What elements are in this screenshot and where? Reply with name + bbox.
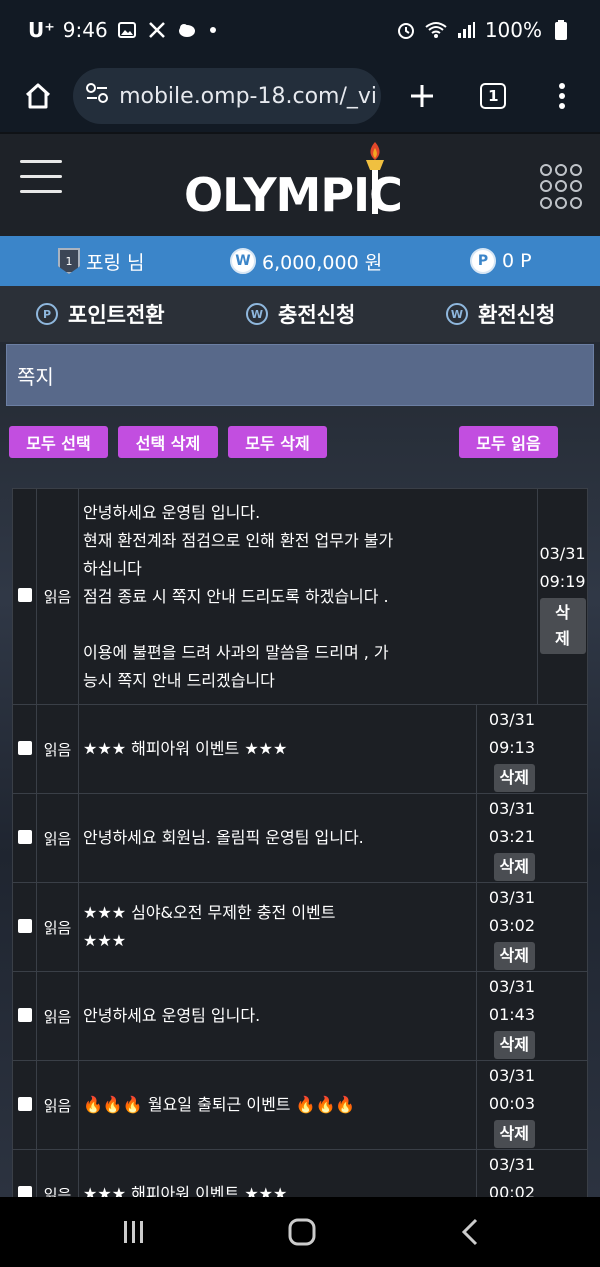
delete-all-button[interactable]: 모두 삭제 — [228, 426, 327, 458]
message-table: 읽음 안녕하세요 운영팀 입니다. 현재 환전계좌 점검으로 인해 환전 업무가… — [12, 488, 589, 1197]
read-status: 읽음 — [36, 971, 79, 1061]
battery-percent: 100% — [484, 18, 542, 42]
read-status: 읽음 — [36, 882, 79, 972]
won-icon: W — [246, 303, 268, 325]
torch-icon — [366, 142, 384, 214]
messages-content: 쪽지 모두 선택 선택 삭제 모두 삭제 모두 읽음 읽음 안녕하세요 운영팀 … — [0, 342, 600, 1197]
message-date: 03/31 03:21 삭제 — [475, 793, 589, 883]
browser-toolbar: mobile.omp-18.com/_vi 1 — [0, 60, 600, 132]
table-row: 읽음 🔥🔥🔥 월요일 출퇴근 이벤트 🔥🔥🔥 03/31 00:03 삭제 — [12, 1060, 589, 1150]
cloud-icon — [176, 19, 198, 41]
delete-button[interactable]: 삭제 — [539, 597, 586, 654]
page-title: 쪽지 — [17, 365, 54, 389]
message-date: 03/31 03:02 삭제 — [475, 882, 589, 972]
new-tab-icon[interactable] — [401, 74, 444, 118]
user-level: 1 포링 님 — [58, 248, 144, 275]
table-row: 읽음 안녕하세요 회원님. 올림픽 운영팀 입니다. 03/31 03:21 삭… — [12, 793, 589, 883]
read-status: 읽음 — [36, 793, 79, 883]
username: 포링 님 — [86, 251, 145, 274]
menu-label: 포인트전환 — [68, 303, 165, 327]
message-subject[interactable]: ★★★ 해피아워 이벤트 ★★★ — [78, 1149, 477, 1197]
message-date: 03/31 09:13 삭제 — [475, 704, 589, 794]
message-date: 03/31 01:43 삭제 — [475, 971, 589, 1061]
gallery-icon — [116, 19, 138, 41]
home-icon[interactable] — [16, 74, 59, 118]
delete-button[interactable]: 삭제 — [493, 853, 535, 881]
row-checkbox[interactable] — [17, 918, 32, 933]
delete-button[interactable]: 삭제 — [493, 1031, 535, 1059]
message-subject[interactable]: 안녕하세요 운영팀 입니다. — [78, 971, 477, 1061]
read-status: 읽음 — [36, 704, 79, 794]
exchange-icon: W — [446, 303, 468, 325]
row-checkbox[interactable] — [17, 829, 32, 844]
delete-button[interactable]: 삭제 — [493, 764, 535, 792]
delete-selected-button[interactable]: 선택 삭제 — [118, 426, 218, 458]
point-amount: 0 P — [502, 250, 532, 272]
menu-point-exchange[interactable]: P 포인트전환 — [36, 299, 165, 329]
home-nav-icon[interactable] — [282, 1215, 322, 1249]
message-date: 03/31 00:03 삭제 — [475, 1060, 589, 1150]
alarm-icon — [395, 19, 417, 41]
cash-balance: W 6,000,000 원 — [230, 248, 382, 275]
carrier-label: U⁺ — [28, 18, 55, 42]
tab-switcher-button[interactable]: 1 — [472, 74, 515, 118]
point-coin-icon: P — [470, 248, 496, 274]
signal-icon — [455, 19, 477, 41]
notification-dot-icon — [209, 27, 216, 33]
row-checkbox[interactable] — [17, 588, 32, 602]
table-row: 읽음 안녕하세요 운영팀 입니다. 현재 환전계좌 점검으로 인해 환전 업무가… — [12, 488, 588, 705]
table-row: 읽음 ★★★ 심야&오전 무제한 충전 이벤트 ★★★ 03/31 03:02 … — [12, 882, 589, 972]
page-title-bar: 쪽지 — [6, 344, 594, 406]
user-info-bar: 1 포링 님 W 6,000,000 원 P 0 P — [0, 236, 600, 286]
cash-amount: 6,000,000 원 — [262, 251, 383, 274]
address-bar[interactable]: mobile.omp-18.com/_vi — [73, 68, 381, 124]
message-subject[interactable]: 안녕하세요 회원님. 올림픽 운영팀 입니다. — [78, 793, 477, 883]
row-checkbox[interactable] — [17, 1096, 32, 1111]
row-checkbox[interactable] — [17, 740, 32, 755]
level-badge-icon: 1 — [58, 248, 80, 274]
recent-apps-icon[interactable] — [114, 1215, 154, 1249]
read-all-button[interactable]: 모두 읽음 — [459, 426, 558, 458]
table-row: 읽음 ★★★ 해피아워 이벤트 ★★★ 03/31 09:13 삭제 — [12, 704, 589, 794]
row-checkbox[interactable] — [17, 1007, 32, 1022]
tab-count: 1 — [480, 83, 507, 109]
hamburger-menu-icon[interactable] — [20, 160, 62, 194]
row-checkbox-cell — [12, 488, 37, 705]
quick-menu: P 포인트전환 W 충전신청 W 환전신청 — [0, 286, 600, 342]
delete-button[interactable]: 삭제 — [493, 1120, 535, 1148]
read-status: 읽음 — [36, 1060, 79, 1150]
won-coin-icon: W — [230, 248, 256, 274]
url-text: mobile.omp-18.com/_vi — [119, 83, 377, 109]
clock: 9:46 — [62, 18, 108, 42]
menu-label: 환전신청 — [478, 303, 556, 327]
select-all-button[interactable]: 모두 선택 — [9, 426, 108, 458]
table-row: 읽음 ★★★ 해피아워 이벤트 ★★★ 03/31 00:02 삭제 — [12, 1149, 589, 1197]
message-date: 03/31 00:02 삭제 — [475, 1149, 589, 1197]
battery-icon — [550, 19, 572, 41]
point-balance: P 0 P — [470, 248, 532, 274]
menu-label: 충전신청 — [278, 303, 356, 327]
site-header: OLYMPIC — [0, 132, 600, 236]
point-icon: P — [36, 303, 58, 325]
site-settings-icon[interactable] — [85, 82, 109, 110]
apps-grid-icon[interactable] — [540, 164, 586, 210]
read-status: 읽음 — [36, 1149, 79, 1197]
menu-deposit-request[interactable]: W 충전신청 — [246, 299, 355, 329]
tools-icon — [146, 19, 168, 41]
message-subject[interactable]: ★★★ 심야&오전 무제한 충전 이벤트 ★★★ — [78, 882, 477, 972]
message-subject[interactable]: ★★★ 해피아워 이벤트 ★★★ — [78, 704, 477, 794]
message-date: 03/31 09:19 삭제 — [537, 488, 588, 705]
back-icon[interactable] — [450, 1215, 490, 1249]
more-options-icon[interactable] — [541, 74, 584, 118]
message-subject[interactable]: 🔥🔥🔥 월요일 출퇴근 이벤트 🔥🔥🔥 — [78, 1060, 477, 1150]
read-status: 읽음 — [36, 488, 79, 705]
row-checkbox[interactable] — [17, 1185, 32, 1197]
wifi-icon — [425, 19, 447, 41]
message-body[interactable]: 안녕하세요 운영팀 입니다. 현재 환전계좌 점검으로 인해 환전 업무가 불가… — [78, 488, 538, 705]
delete-button[interactable]: 삭제 — [493, 942, 535, 970]
system-nav-bar — [0, 1197, 600, 1267]
status-bar: U⁺ 9:46 100% — [0, 0, 600, 60]
menu-withdraw-request[interactable]: W 환전신청 — [446, 299, 555, 329]
table-row: 읽음 안녕하세요 운영팀 입니다. 03/31 01:43 삭제 — [12, 971, 589, 1061]
